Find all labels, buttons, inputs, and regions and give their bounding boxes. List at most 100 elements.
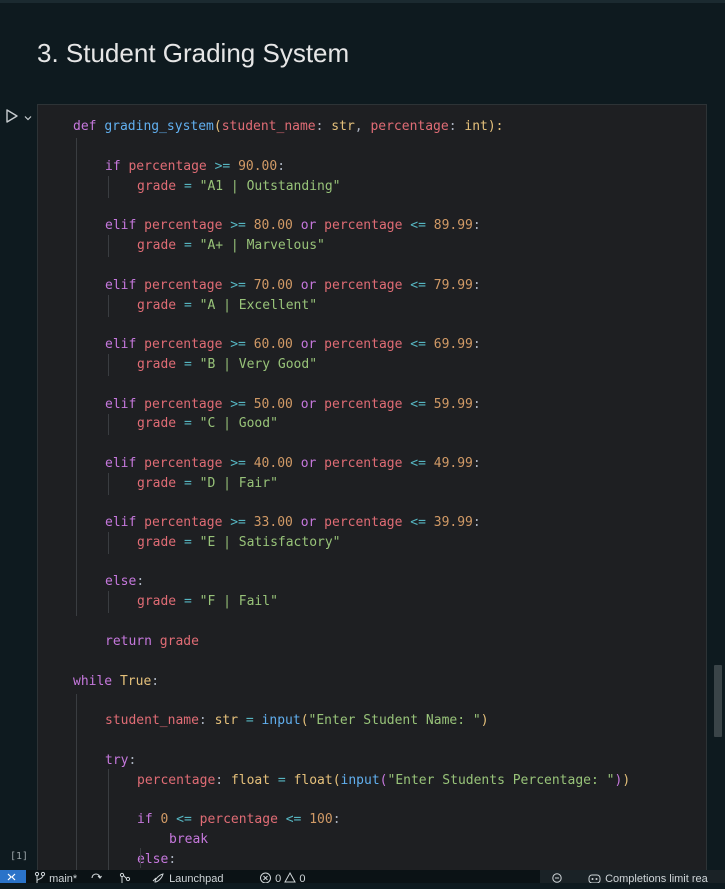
code-token: input xyxy=(261,713,301,728)
zoom-out-button[interactable] xyxy=(551,870,563,883)
sync-button[interactable] xyxy=(89,870,103,883)
branch-name: main* xyxy=(49,873,78,885)
run-options-button[interactable] xyxy=(23,110,33,121)
indent-guide xyxy=(108,235,109,257)
code-token: <= xyxy=(410,337,434,352)
code-token: : xyxy=(151,674,160,689)
code-line: elif percentage >= 33.00 or percentage <… xyxy=(105,514,481,532)
code-token: >= xyxy=(214,159,239,174)
rocket-icon xyxy=(152,873,164,883)
code-token: ( xyxy=(332,773,341,788)
code-token: True xyxy=(119,674,152,689)
execution-count: [1] xyxy=(10,851,29,862)
error-count: 0 xyxy=(275,873,282,885)
code-token: >= xyxy=(230,218,254,233)
code-token: >= xyxy=(230,397,254,412)
code-token: 89.99 xyxy=(433,218,473,233)
code-token: else xyxy=(105,574,137,589)
code-line: elif percentage >= 50.00 or percentage <… xyxy=(105,396,481,414)
code-token: percentage xyxy=(144,515,231,530)
graph-button[interactable] xyxy=(118,870,132,883)
code-token: percentage xyxy=(324,278,411,293)
code-token: "A | Excellent" xyxy=(199,298,318,313)
code-line: percentage: float = float(input("Enter S… xyxy=(137,772,630,790)
code-line: break xyxy=(169,831,208,849)
indent-guide xyxy=(108,354,109,376)
code-token: 0 xyxy=(160,812,177,827)
zoom-out-icon xyxy=(552,873,562,883)
warning-icon xyxy=(284,871,297,883)
remote-icon xyxy=(7,873,16,881)
code-line: if percentage >= 90.00: xyxy=(105,158,285,176)
code-token: : xyxy=(332,812,341,827)
code-token: "B | Very Good" xyxy=(199,357,318,372)
launchpad-button[interactable]: Launchpad xyxy=(150,870,224,885)
indent-guide xyxy=(108,295,109,317)
code-token: : xyxy=(198,713,215,728)
run-cell-button[interactable] xyxy=(4,107,20,125)
code-token: if xyxy=(137,812,161,827)
launchpad-label: Launchpad xyxy=(169,873,224,885)
code-token: = xyxy=(183,298,200,313)
code-token: <= xyxy=(410,456,434,471)
status-bar: main* Launchpad 0 0 Completions limit re… xyxy=(0,870,725,885)
code-token: percentage xyxy=(144,278,231,293)
code-token: = xyxy=(183,179,200,194)
indent-guide xyxy=(108,532,109,554)
code-token: 40.00 xyxy=(253,456,301,471)
code-line: grade = "B | Very Good" xyxy=(137,356,317,374)
code-token: : xyxy=(277,159,286,174)
code-token: or xyxy=(300,515,325,530)
code-line: else: xyxy=(105,573,144,591)
indent-guide xyxy=(76,694,77,882)
code-line: else: xyxy=(137,851,176,869)
code-token: : xyxy=(472,515,481,530)
code-token: percentage xyxy=(324,218,411,233)
code-token: or xyxy=(300,397,325,412)
code-token: percentage xyxy=(199,812,286,827)
code-token: elif xyxy=(105,515,145,530)
code-cell-editor[interactable]: def grading_system(student_name: str, pe… xyxy=(37,104,707,883)
indent-guide xyxy=(76,138,77,616)
code-token: 60.00 xyxy=(253,337,301,352)
code-line: grade = "A+ | Marvelous" xyxy=(137,237,325,255)
markdown-heading: 3. Student Grading System xyxy=(37,38,350,68)
code-token: <= xyxy=(410,218,434,233)
code-token: grade xyxy=(137,535,184,550)
code-line: student_name: str = input("Enter Student… xyxy=(105,712,489,730)
code-token: elif xyxy=(105,218,145,233)
code-token: "Enter Student Name: " xyxy=(308,713,481,728)
code-line: grade = "E | Satisfactory" xyxy=(137,534,341,552)
code-token: 39.99 xyxy=(433,515,473,530)
code-token: ) xyxy=(480,713,489,728)
code-token: grade xyxy=(137,238,184,253)
copilot-icon xyxy=(588,874,601,884)
code-token: : xyxy=(136,574,145,589)
code-token: def xyxy=(73,119,105,134)
code-token: percentage xyxy=(324,337,411,352)
code-line: while True: xyxy=(73,673,159,691)
code-token: input xyxy=(340,773,380,788)
scrollbar-thumb[interactable] xyxy=(714,665,722,737)
code-token: or xyxy=(300,278,325,293)
code-token: grade xyxy=(137,416,184,431)
code-token: 100 xyxy=(309,812,333,827)
code-token: : xyxy=(472,218,481,233)
code-token: 49.99 xyxy=(433,456,473,471)
branch-indicator[interactable]: main* xyxy=(34,870,78,885)
problems-indicator[interactable]: 0 0 xyxy=(259,870,306,885)
remote-indicator[interactable] xyxy=(0,870,26,883)
code-token: <= xyxy=(410,278,434,293)
warning-count: 0 xyxy=(299,873,306,885)
code-token: = xyxy=(183,357,200,372)
code-token: = xyxy=(245,713,262,728)
code-token: 69.99 xyxy=(433,337,473,352)
completions-label: Completions limit rea xyxy=(605,873,708,885)
copilot-status[interactable]: Completions limit rea xyxy=(587,870,708,885)
code-token: = xyxy=(183,416,200,431)
git-branch-icon xyxy=(34,871,46,883)
code-line: grade = "D | Fair" xyxy=(137,475,278,493)
code-token: <= xyxy=(410,515,434,530)
code-token: percentage xyxy=(144,456,231,471)
code-token: grade xyxy=(137,357,184,372)
